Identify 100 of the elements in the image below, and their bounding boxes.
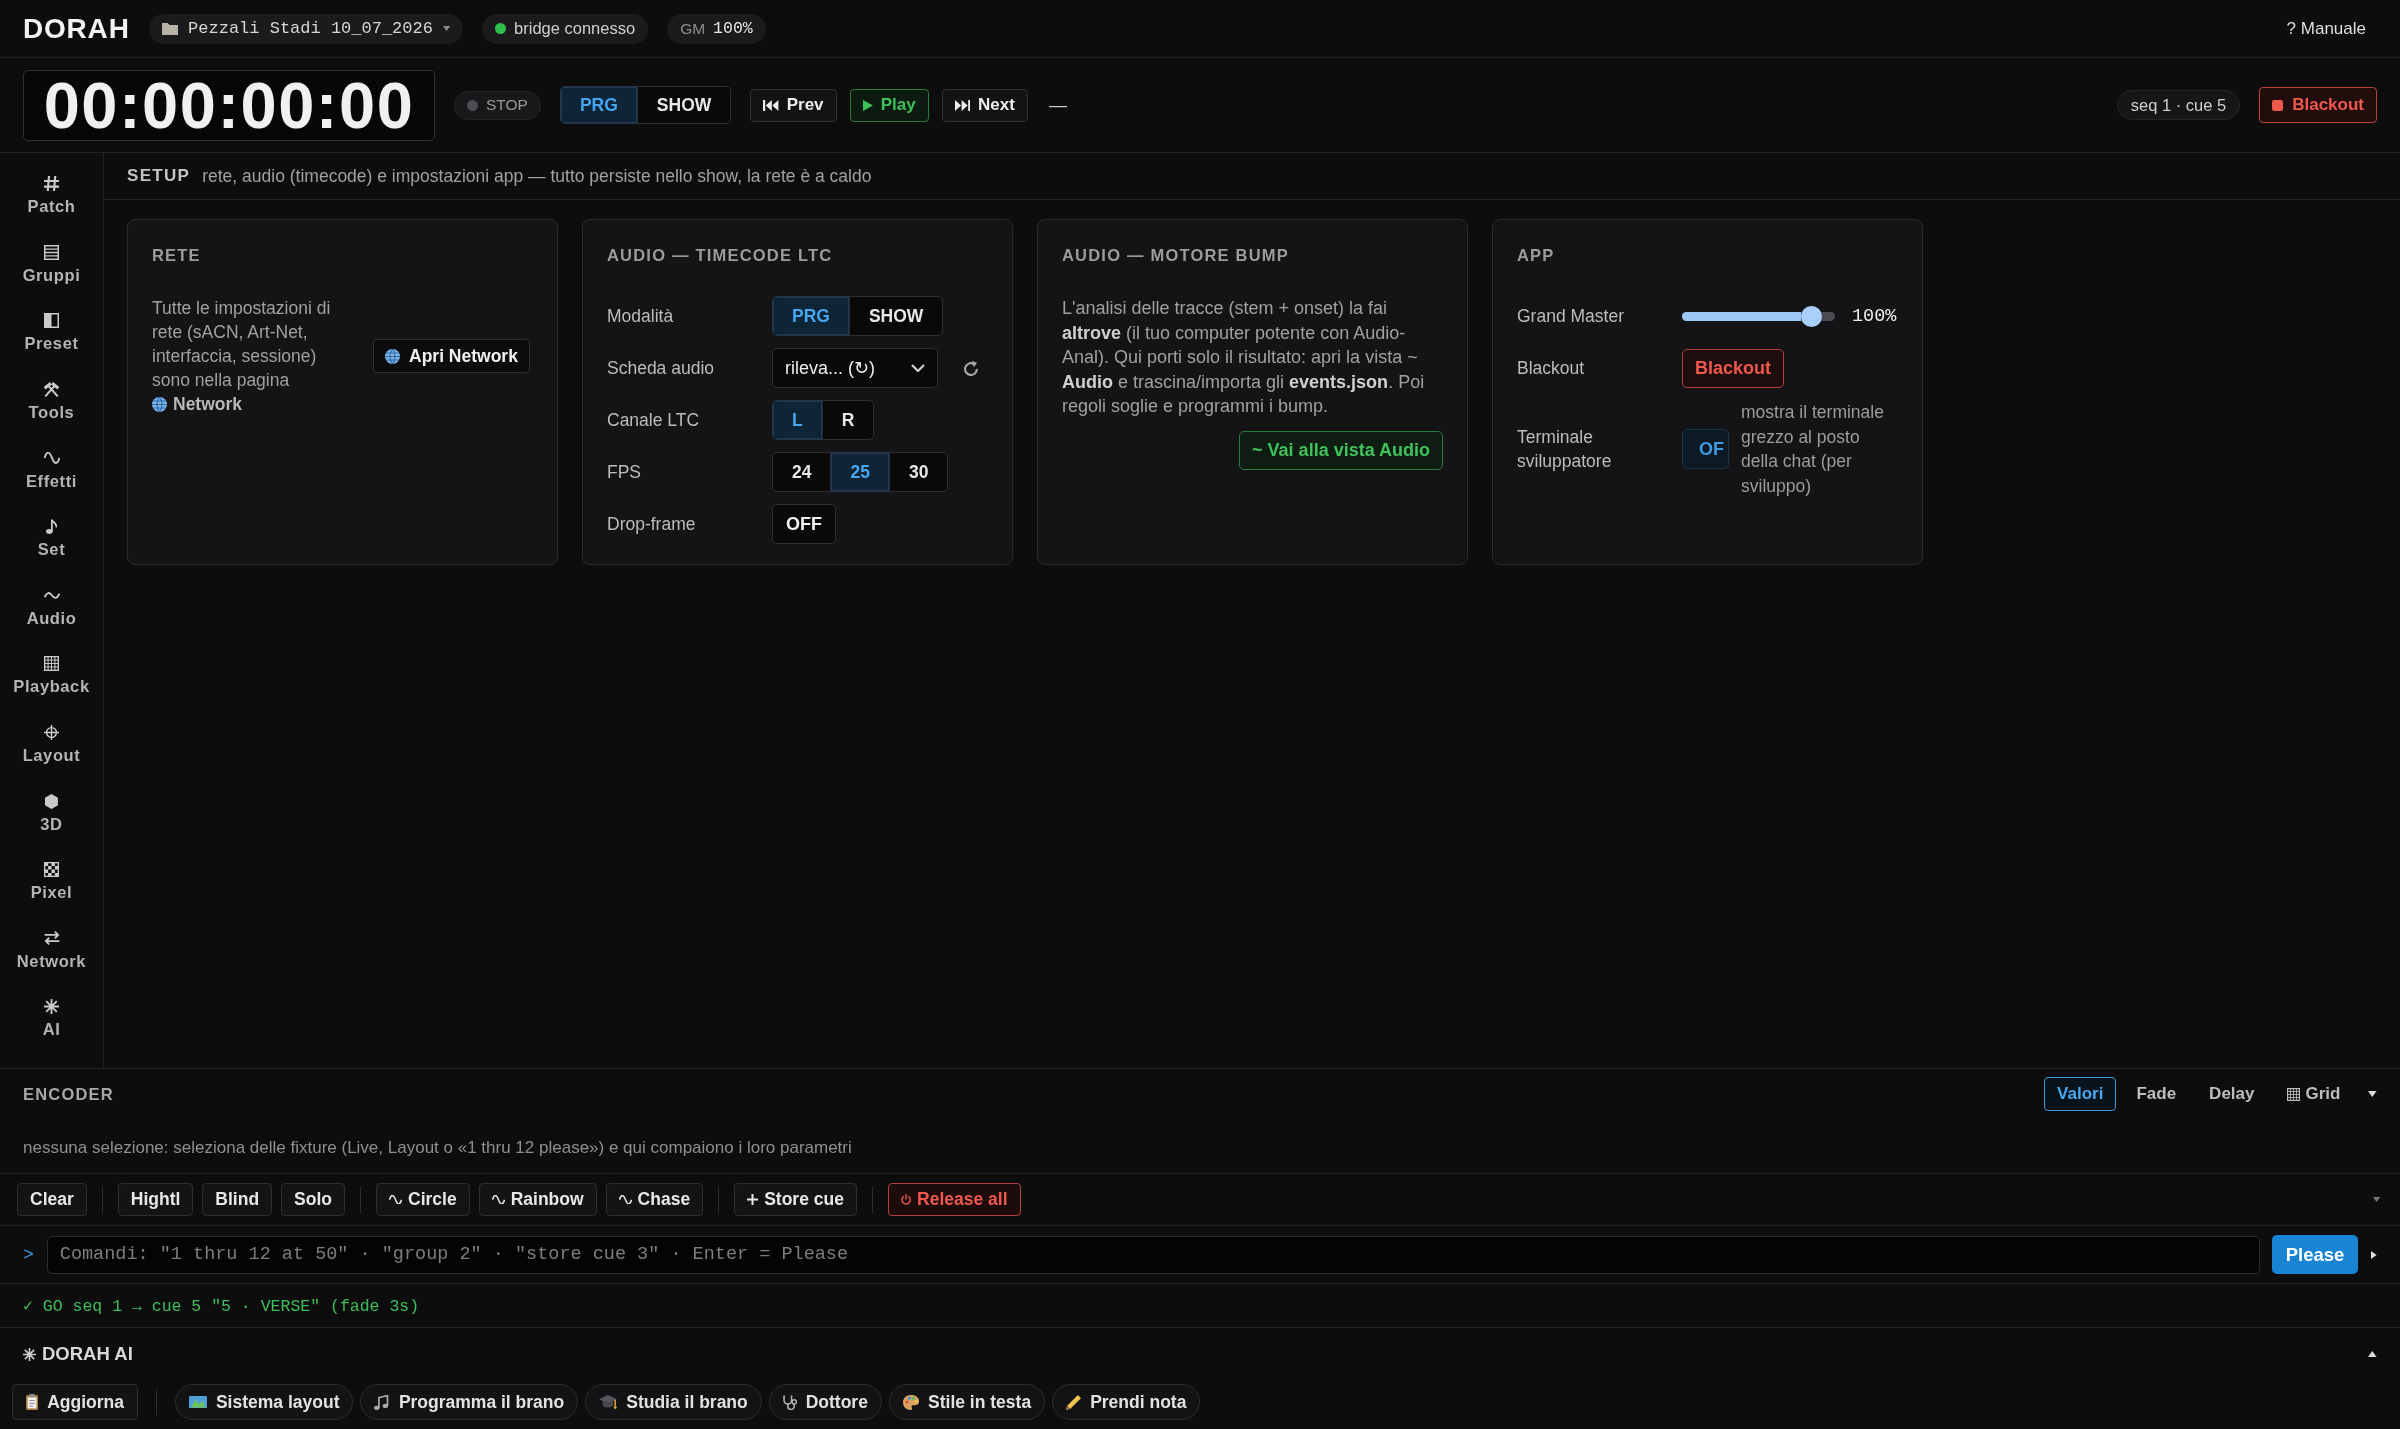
checkered-square-icon [44, 862, 59, 878]
toolbar-button[interactable]: Blind [202, 1183, 273, 1216]
graduation-cap-icon [599, 1394, 618, 1410]
setting-label: Terminale sviluppatore [1517, 425, 1613, 473]
asterisk-icon [44, 999, 59, 1015]
ai-action-chip[interactable]: Prendi nota [1052, 1384, 1201, 1420]
sidebar-item[interactable]: Network [6, 916, 97, 986]
segment-option[interactable]: 30 [888, 453, 948, 491]
toolbar-button[interactable]: Clear [17, 1183, 87, 1216]
manual-button[interactable]: ? Manuale [2286, 18, 2366, 39]
caret-down-icon[interactable] [2368, 1091, 2377, 1097]
sidebar-item[interactable]: Playback [6, 642, 97, 711]
setting-label: Scheda audio [607, 356, 716, 380]
ai-action-chip[interactable]: Studia il brano [585, 1384, 762, 1420]
caret-up-icon[interactable] [2368, 1351, 2377, 1357]
play-icon [862, 99, 873, 111]
command-input[interactable]: Comandi: "1 thru 12 at 50" · "group 2" · "store cue 3" · Enter = Please [46, 1235, 2260, 1274]
network-link[interactable]: Network [152, 394, 243, 414]
grid-square-icon [44, 656, 59, 672]
ai-action-chip[interactable]: Stile in testa [888, 1384, 1046, 1420]
panel-title: AUDIO — MOTORE BUMP [1062, 245, 1290, 265]
ai-action-chip[interactable]: Sistema layout [174, 1384, 354, 1420]
panel-title: AUDIO — TIMECODE LTC [607, 245, 834, 265]
toolbar-button[interactable]: Circle [376, 1183, 470, 1216]
crosshair-icon [44, 725, 59, 741]
skip-forward-icon [954, 99, 971, 111]
sidebar-item[interactable]: Audio [6, 573, 97, 643]
segment-option[interactable]: R [821, 401, 874, 439]
sidebar-item[interactable]: 3D [6, 779, 97, 848]
segment-option[interactable]: SHOW [848, 297, 943, 335]
segment-option[interactable]: PRG [773, 297, 849, 335]
sine-wave-icon [618, 1194, 632, 1205]
toggle-button[interactable]: OFF [772, 504, 836, 544]
segment-option[interactable]: 24 [773, 453, 831, 491]
setting-label: Drop-frame [607, 512, 697, 536]
app-logo: DORAH [23, 12, 130, 45]
section-title: SETUP [127, 166, 191, 186]
please-button[interactable]: Please [2271, 1235, 2359, 1274]
sidebar-item[interactable]: Patch [6, 162, 97, 231]
caret-right-icon[interactable] [2371, 1250, 2377, 1259]
open-network-button[interactable]: Apri Network [373, 339, 530, 373]
panel-title: RETE [152, 245, 202, 265]
slider-value: 100% [1852, 305, 1897, 327]
transport-state-text: STOP [486, 96, 528, 114]
sidebar-item[interactable]: Set [6, 504, 97, 574]
caret-down-icon [442, 26, 451, 31]
segment-option[interactable]: L [773, 401, 822, 439]
globe-icon [385, 348, 400, 364]
power-icon [900, 1194, 912, 1205]
setting-description: mostra il terminale grezzo al posto della chat (per sviluppo) [1741, 401, 1885, 498]
panel-text: Tutte le impostazioni di rete (sACN, Art-Net, interfaccia, sessione) sono nella pagina Network [152, 297, 332, 416]
project-selector[interactable]: Pezzali Stadi 10_07_2026 [148, 13, 464, 44]
sidebar-item[interactable]: Effetti [6, 436, 97, 505]
mode-option[interactable]: PRG [560, 87, 637, 123]
slider-thumb[interactable] [1801, 305, 1823, 327]
encoder-tab[interactable]: Valori [2044, 1077, 2117, 1111]
sidebar-item[interactable]: AI [6, 985, 97, 1054]
toolbar-button[interactable]: Hightl [117, 1183, 194, 1216]
segment-option[interactable]: 25 [830, 453, 889, 491]
sidebar-item[interactable]: Preset [6, 299, 97, 368]
cue-position-badge: seq 1 · cue 5 [2116, 90, 2241, 120]
sidebar-item[interactable]: Tools [6, 367, 97, 437]
toolbar-button[interactable]: Rainbow [478, 1183, 597, 1216]
toggle-button[interactable]: OF [1682, 429, 1729, 469]
ai-action-chip[interactable]: Dottore [768, 1384, 882, 1420]
refresh-icon[interactable] [964, 360, 979, 376]
toolbar-button[interactable]: Solo [281, 1183, 346, 1216]
sine-wave-icon [491, 1194, 505, 1205]
refresh-button[interactable]: Aggiorna [12, 1384, 138, 1420]
next-button[interactable]: Next [941, 88, 1028, 122]
hint-text: nessuna selezione: seleziona delle fixture (Live, Layout o «1 thru 12 please») e qui compaiono i loro parametri [23, 1138, 852, 1157]
dropdown-select[interactable]: rileva... (↻) [772, 348, 938, 388]
toolbar-button[interactable]: Chase [605, 1183, 704, 1216]
hexagon-icon [45, 793, 58, 809]
encoder-tab[interactable]: Grid [2274, 1077, 2354, 1111]
sidebar-item[interactable]: Gruppi [6, 230, 97, 300]
action-button[interactable]: Blackout [1682, 348, 1785, 388]
setting-label: Canale LTC [607, 408, 701, 432]
chevron-down-icon [911, 364, 925, 372]
toolbar-button[interactable]: Release all [887, 1183, 1021, 1216]
grand-master-value: 100% [713, 19, 753, 38]
encoder-tab[interactable]: Fade [2123, 1077, 2190, 1111]
music-notes-icon [374, 1394, 390, 1410]
go-to-audio-button[interactable]: ~ Vai alla vista Audio [1239, 430, 1443, 470]
blackout-button[interactable]: Blackout [2259, 87, 2377, 123]
grand-master-label: GM [680, 19, 706, 38]
play-button[interactable]: Play [849, 88, 929, 122]
sidebar-item[interactable]: Pixel [6, 847, 97, 917]
previous-button[interactable]: Prev [750, 88, 837, 122]
toolbar-button[interactable]: Store cue [734, 1183, 857, 1216]
plus-icon [747, 1194, 759, 1205]
section-title: DORAH AI [42, 1343, 133, 1365]
music-note-icon [45, 519, 58, 535]
log-line: ✓ GO seq 1 → cue 5 "5 · VERSE" (fade 3s) [23, 1295, 420, 1316]
ai-action-chip[interactable]: Programma il brano [360, 1384, 579, 1420]
setting-label: FPS [607, 460, 643, 484]
sidebar-item[interactable]: Layout [6, 710, 97, 780]
encoder-tab[interactable]: Delay [2196, 1077, 2268, 1111]
mode-option[interactable]: SHOW [636, 87, 731, 123]
palette-icon [902, 1394, 920, 1410]
